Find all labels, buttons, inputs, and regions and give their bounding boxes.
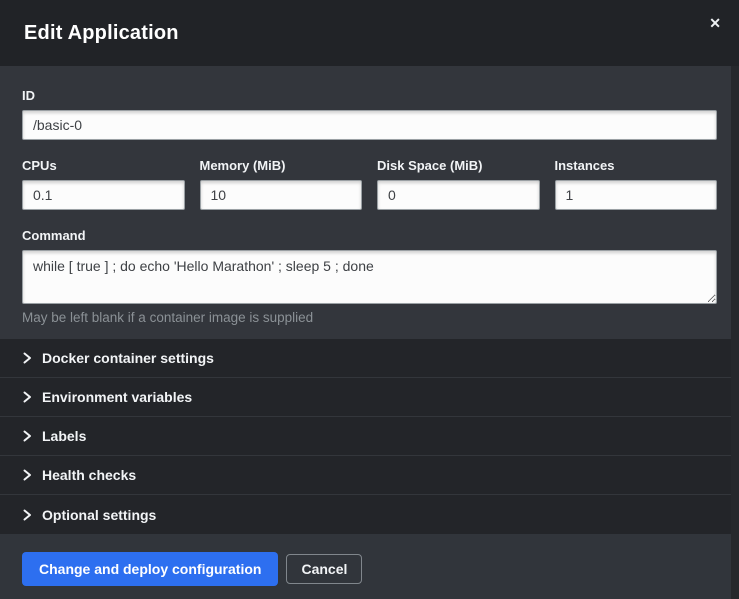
- change-and-deploy-button[interactable]: Change and deploy configuration: [22, 552, 278, 586]
- id-field-group: ID: [22, 88, 717, 140]
- section-label: Optional settings: [42, 507, 156, 523]
- instances-input[interactable]: [555, 180, 718, 210]
- modal-body: ID CPUs Memory (MiB) Disk Space (MiB) In…: [0, 66, 739, 326]
- disk-input[interactable]: [377, 180, 540, 210]
- cancel-button[interactable]: Cancel: [286, 554, 362, 584]
- accordion-sections: Docker container settings Environment va…: [0, 339, 739, 534]
- section-labels[interactable]: Labels: [0, 417, 739, 456]
- section-label: Health checks: [42, 467, 136, 483]
- modal-title: Edit Application: [24, 22, 179, 45]
- section-label: Docker container settings: [42, 350, 214, 366]
- command-label: Command: [22, 228, 717, 243]
- modal-header: Edit Application ✕: [0, 0, 739, 66]
- memory-input[interactable]: [200, 180, 363, 210]
- id-label: ID: [22, 88, 717, 103]
- section-health-checks[interactable]: Health checks: [0, 456, 739, 495]
- section-label: Labels: [42, 428, 86, 444]
- modal-footer: Change and deploy configuration Cancel: [0, 534, 739, 599]
- command-textarea[interactable]: while [ true ] ; do echo 'Hello Marathon…: [22, 250, 717, 304]
- section-optional-settings[interactable]: Optional settings: [0, 495, 739, 534]
- chevron-right-icon: [22, 509, 32, 521]
- chevron-right-icon: [22, 430, 32, 442]
- id-input[interactable]: [22, 110, 717, 140]
- instances-field-group: Instances: [555, 158, 718, 210]
- disk-label: Disk Space (MiB): [377, 158, 540, 173]
- section-label: Environment variables: [42, 389, 192, 405]
- cpus-field-group: CPUs: [22, 158, 185, 210]
- instances-label: Instances: [555, 158, 718, 173]
- chevron-right-icon: [22, 391, 32, 403]
- memory-field-group: Memory (MiB): [200, 158, 363, 210]
- chevron-right-icon: [22, 352, 32, 364]
- command-field-group: Command while [ true ] ; do echo 'Hello …: [22, 228, 717, 326]
- command-help-text: May be left blank if a container image i…: [22, 309, 717, 326]
- chevron-right-icon: [22, 469, 32, 481]
- close-icon[interactable]: ✕: [705, 14, 725, 32]
- scrollbar-track[interactable]: [731, 66, 739, 599]
- edit-application-modal: Edit Application ✕ ID CPUs Memory (MiB) …: [0, 0, 739, 599]
- section-docker-container-settings[interactable]: Docker container settings: [0, 339, 739, 378]
- cpus-input[interactable]: [22, 180, 185, 210]
- cpus-label: CPUs: [22, 158, 185, 173]
- resources-row: CPUs Memory (MiB) Disk Space (MiB) Insta…: [22, 158, 717, 210]
- disk-field-group: Disk Space (MiB): [377, 158, 540, 210]
- section-environment-variables[interactable]: Environment variables: [0, 378, 739, 417]
- memory-label: Memory (MiB): [200, 158, 363, 173]
